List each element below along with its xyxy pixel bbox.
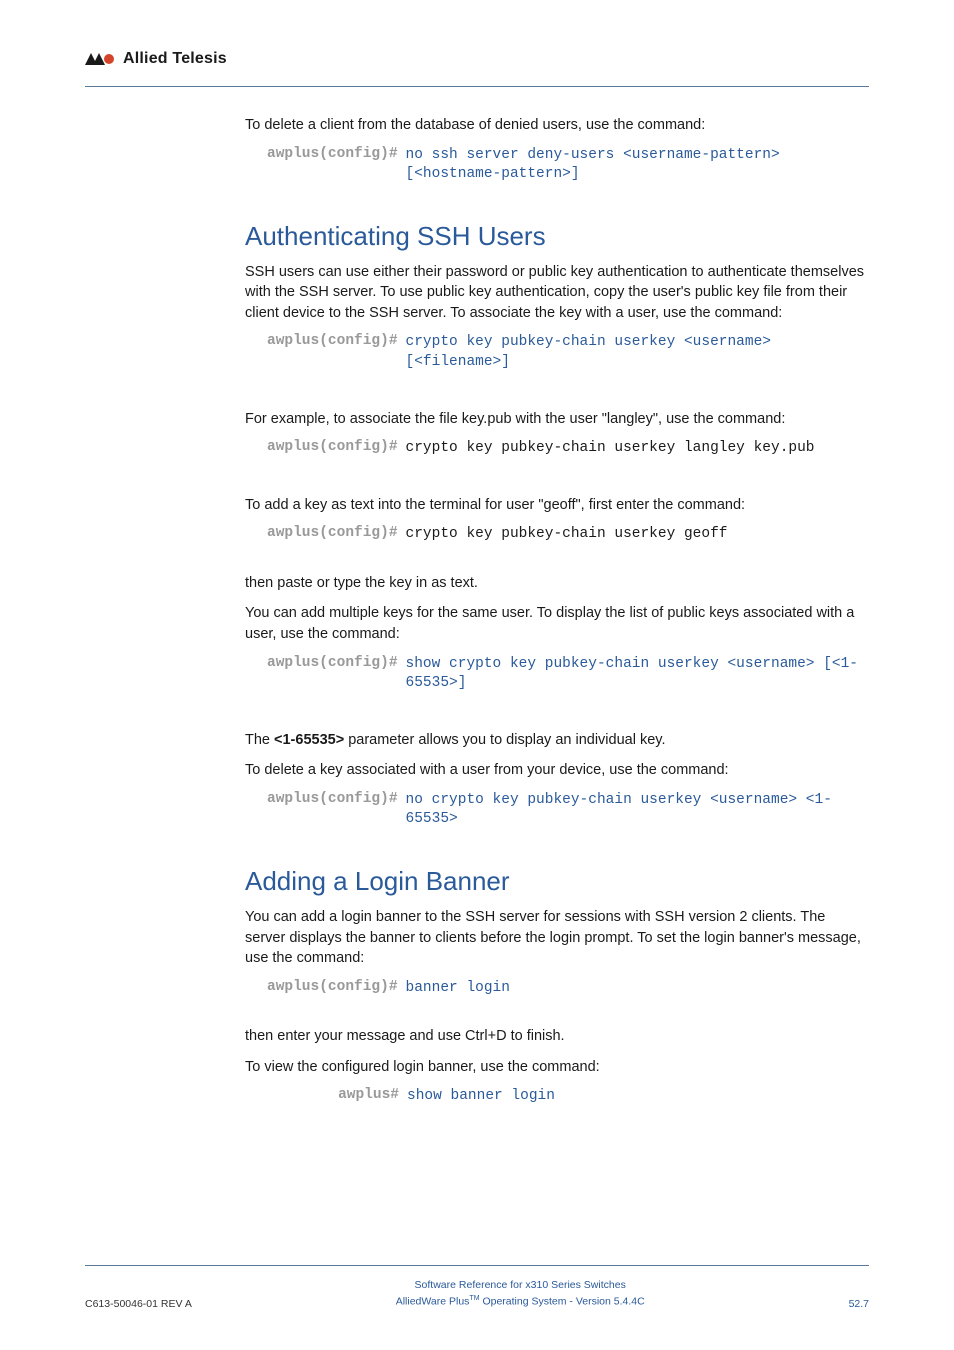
paragraph: SSH users can use either their password … xyxy=(245,262,864,324)
page-number: 52.7 xyxy=(849,1298,869,1310)
allied-telesis-icon xyxy=(85,51,117,67)
command-text: show banner login xyxy=(407,1087,555,1107)
footer-center: Software Reference for x310 Series Switc… xyxy=(396,1278,645,1310)
command-block: awplus(config)# banner login xyxy=(267,979,864,999)
paragraph: To add a key as text into the terminal f… xyxy=(245,495,864,516)
command-text: crypto key pubkey-chain userkey geoff xyxy=(406,525,728,545)
text-run: parameter allows you to display an indiv… xyxy=(344,732,665,748)
command-prompt: awplus(config)# xyxy=(267,791,406,830)
command-block: awplus(config)# no crypto key pubkey-cha… xyxy=(267,791,864,830)
paragraph: You can add a login banner to the SSH se… xyxy=(245,907,864,969)
command-prompt: awplus(config)# xyxy=(267,525,406,545)
footer-title: Software Reference for x310 Series Switc… xyxy=(396,1278,645,1294)
page-footer: C613-50046-01 REV A Software Reference f… xyxy=(85,1265,869,1310)
paragraph: then enter your message and use Ctrl+D t… xyxy=(245,1026,864,1047)
brand-logo: Allied Telesis xyxy=(85,50,227,68)
command-text: show crypto key pubkey-chain userkey <us… xyxy=(406,655,864,694)
text-run: The xyxy=(245,732,274,748)
command-prompt: awplus# xyxy=(267,1087,407,1107)
section-heading: Adding a Login Banner xyxy=(245,866,864,897)
paragraph: For example, to associate the file key.p… xyxy=(245,409,864,430)
footer-subtitle: AlliedWare PlusTM Operating System - Ver… xyxy=(396,1294,645,1310)
command-text: no crypto key pubkey-chain userkey <user… xyxy=(406,791,864,830)
command-prompt: awplus(config)# xyxy=(267,146,406,185)
paragraph: To view the configured login banner, use… xyxy=(245,1057,864,1078)
doc-revision: C613-50046-01 REV A xyxy=(85,1298,192,1310)
command-prompt: awplus(config)# xyxy=(267,655,406,694)
main-content: To delete a client from the database of … xyxy=(245,115,864,1107)
trademark-sup: TM xyxy=(469,1295,479,1302)
page-header: Allied Telesis xyxy=(85,50,869,87)
text-run: Operating System - Version 5.4.4C xyxy=(480,1295,645,1307)
command-prompt: awplus(config)# xyxy=(267,333,406,372)
command-block: awplus(config)# no ssh server deny-users… xyxy=(267,146,864,185)
command-text: banner login xyxy=(406,979,510,999)
command-prompt: awplus(config)# xyxy=(267,979,406,999)
command-block: awplus# show banner login xyxy=(267,1087,864,1107)
bold-text: <1-65535> xyxy=(274,732,344,748)
command-block: awplus(config)# crypto key pubkey-chain … xyxy=(267,333,864,372)
brand-name: Allied Telesis xyxy=(123,50,227,68)
paragraph: then paste or type the key in as text. xyxy=(245,573,864,594)
section-heading: Authenticating SSH Users xyxy=(245,221,864,252)
paragraph: To delete a key associated with a user f… xyxy=(245,760,864,781)
command-text: crypto key pubkey-chain userkey <usernam… xyxy=(406,333,864,372)
command-text: no ssh server deny-users <username-patte… xyxy=(406,146,864,185)
text-run: AlliedWare Plus xyxy=(396,1295,470,1307)
command-block: awplus(config)# crypto key pubkey-chain … xyxy=(267,525,864,545)
command-block: awplus(config)# show crypto key pubkey-c… xyxy=(267,655,864,694)
command-text: crypto key pubkey-chain userkey langley … xyxy=(406,439,815,459)
command-prompt: awplus(config)# xyxy=(267,439,406,459)
paragraph: You can add multiple keys for the same u… xyxy=(245,603,864,644)
command-block: awplus(config)# crypto key pubkey-chain … xyxy=(267,439,864,459)
paragraph: The <1-65535> parameter allows you to di… xyxy=(245,730,864,751)
paragraph: To delete a client from the database of … xyxy=(245,115,864,136)
